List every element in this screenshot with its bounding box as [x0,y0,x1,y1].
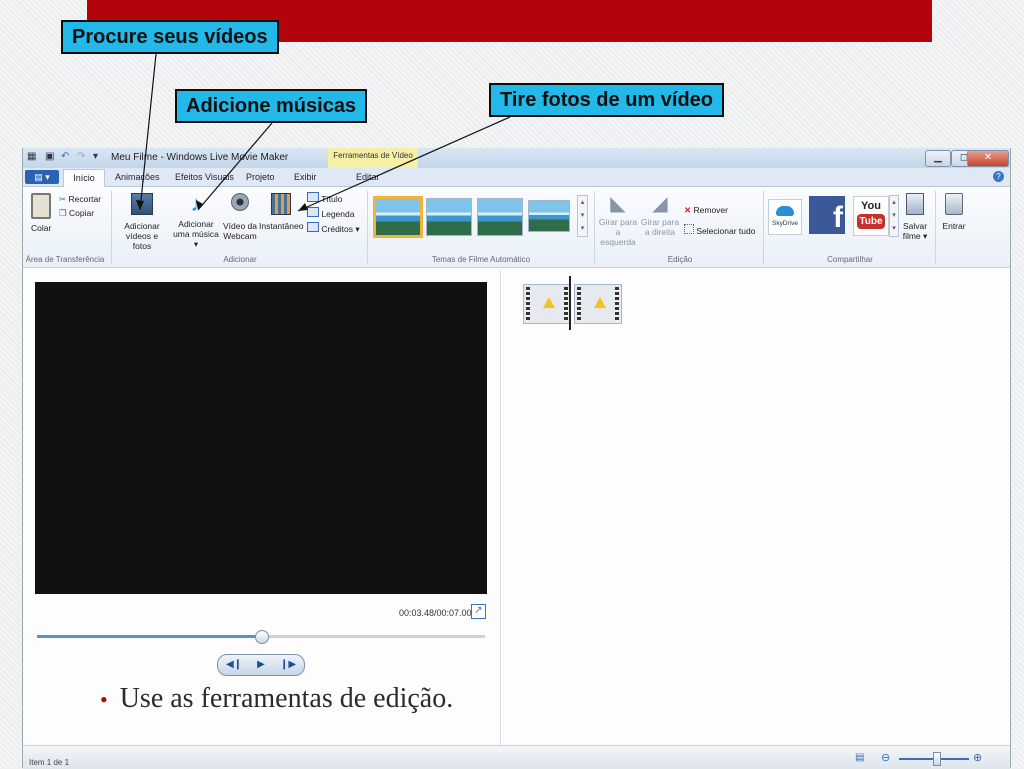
bullet-text: Use as ferramentas de edição. [119,683,454,714]
callout-pointer-lines [136,53,511,212]
bullet-marker: • [100,687,108,712]
pointer-line-browse [139,53,157,211]
pointer-arrowhead [298,203,308,211]
slide-bullet: • Use as ferramentas de edição. [100,683,453,715]
pointer-line-snapshot [297,116,511,212]
pointer-line-music [197,122,273,211]
pointer-arrowhead [136,200,144,210]
